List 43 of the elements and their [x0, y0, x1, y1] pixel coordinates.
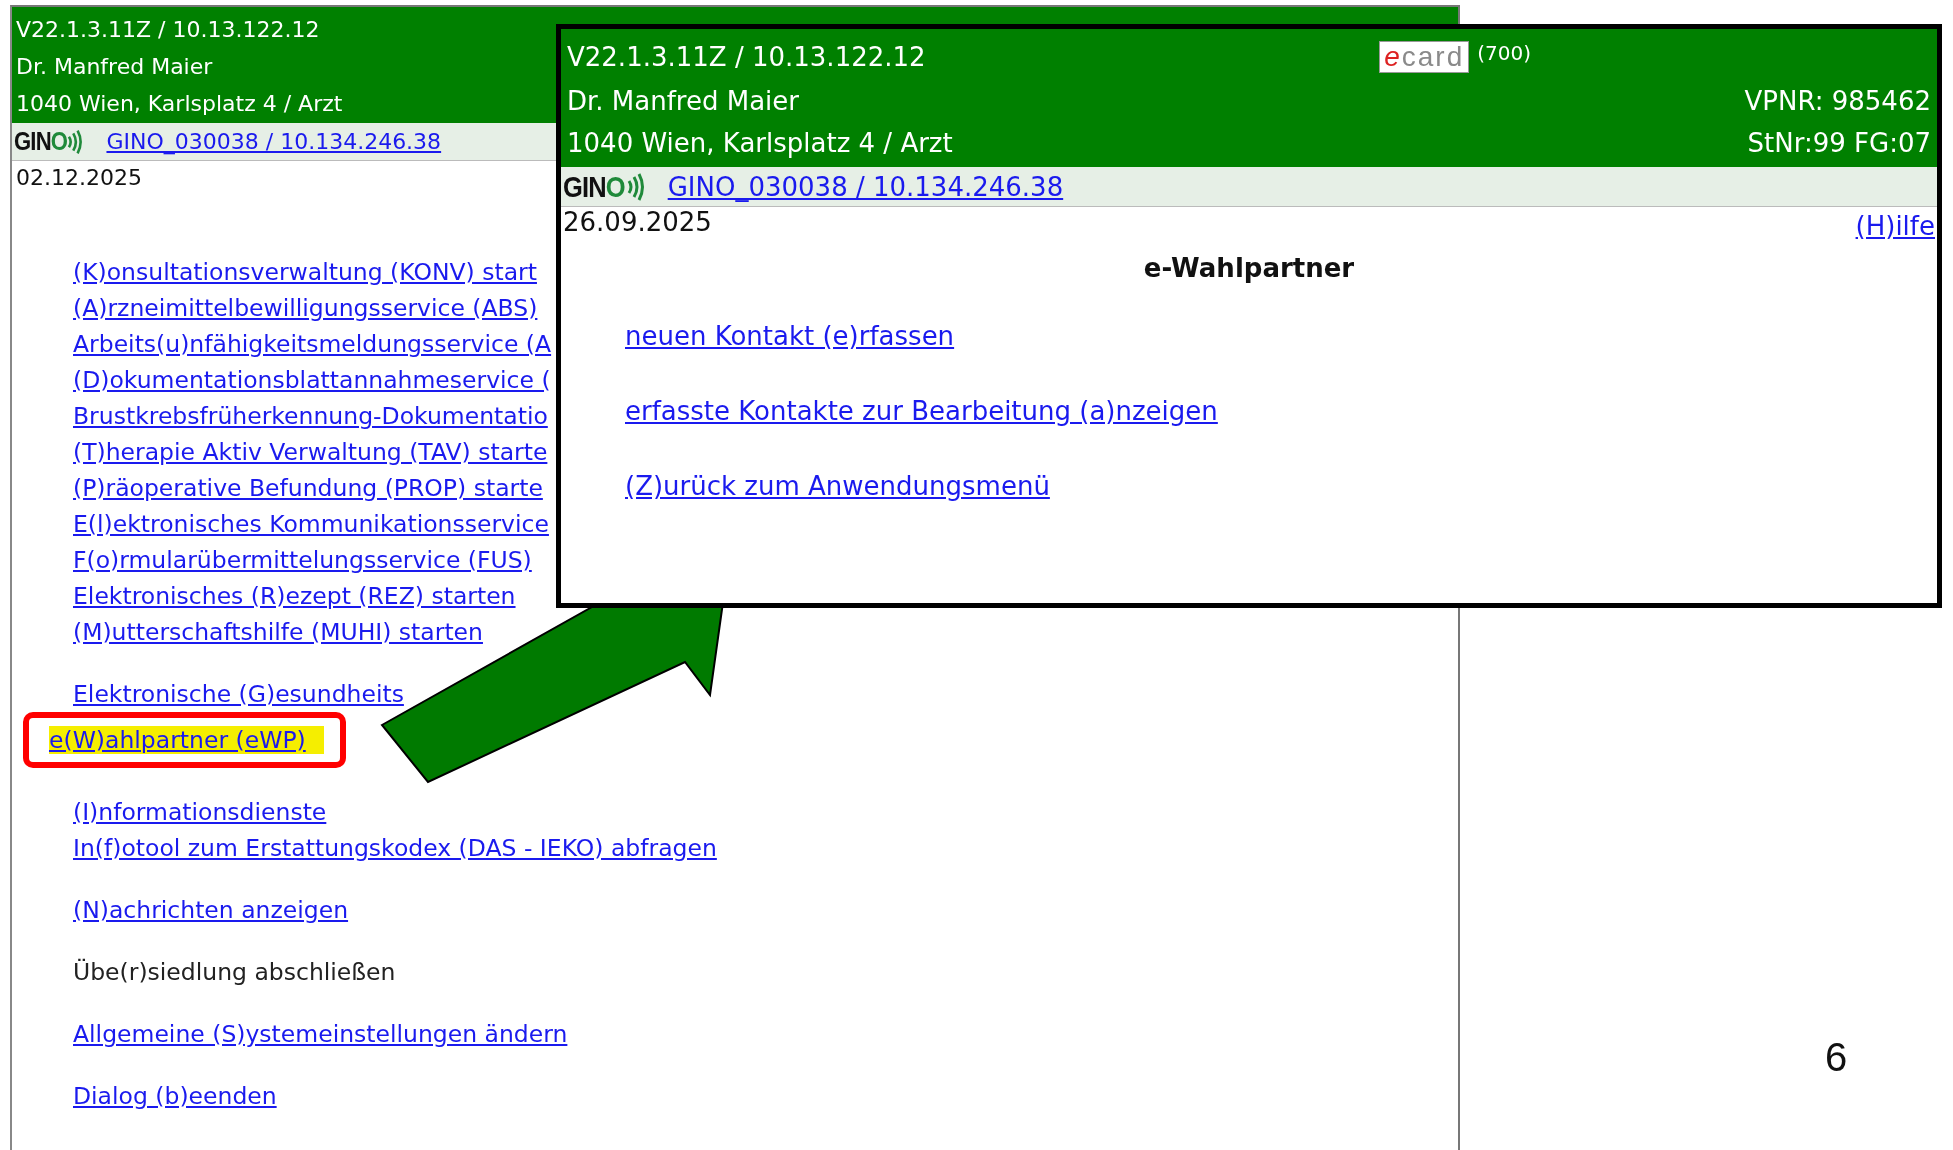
server-link[interactable]: GINO_030038 / 10.134.246.38	[106, 129, 442, 154]
menu-item[interactable]: (T)herapie Aktiv Verwaltung (TAV) starte	[73, 434, 548, 470]
menu-item[interactable]: In(f)otool zum Erstattungskodex (DAS - IEKO) abfragen	[73, 830, 717, 866]
signal-waves-icon	[625, 171, 646, 202]
menu-item[interactable]: (M)utterschaftshilfe (MUHI) starten	[73, 614, 483, 650]
doctor-name: Dr. Manfred Maier	[567, 86, 799, 116]
menu-item: Übe(r)siedlung abschließen	[73, 957, 396, 988]
menu-item[interactable]: Arbeits(u)nfähigkeitsmeldungsservice (A	[73, 326, 552, 362]
address-text: 1040 Wien, Karlsplatz 4 / Arzt	[16, 90, 343, 116]
menu-item[interactable]: Dialog (b)eenden	[73, 1078, 277, 1114]
menu-item[interactable]: F(o)rmularübermittelungsservice (FUS)	[73, 542, 532, 578]
version-text: V22.1.3.11Z / 10.13.122.12	[16, 16, 320, 42]
help-link[interactable]: (H)ilfe	[1855, 211, 1935, 241]
card-code: (700)	[1477, 41, 1531, 65]
page-number: 6	[1825, 1035, 1848, 1080]
menu-item[interactable]: (A)rzneimittelbewilligungsservice (ABS)	[73, 290, 538, 326]
server-link[interactable]: GINO_030038 / 10.134.246.38	[667, 171, 1064, 202]
menu-link[interactable]: (Z)urück zum Anwendungsmenü	[625, 471, 1050, 501]
version-text: V22.1.3.11Z / 10.13.122.12	[567, 42, 926, 72]
menu-item[interactable]: Elektronische (G)esundheits	[73, 676, 404, 712]
menu-item[interactable]: (I)nformationsdienste	[73, 794, 327, 830]
ecard-logo: ecard	[1379, 41, 1470, 73]
menu-item[interactable]: Brustkrebsfrüherkennung-Dokumentatio	[73, 398, 548, 434]
menu-item[interactable]: E(l)ektronisches Kommunikationsservice	[73, 506, 549, 542]
menu-item[interactable]: Allgemeine (S)ystemeinstellungen ändern	[73, 1016, 568, 1052]
address-text: 1040 Wien, Karlsplatz 4 / Arzt	[567, 128, 953, 158]
menu-link[interactable]: neuen Kontakt (e)rfassen	[625, 321, 955, 351]
gino-logo: GINO	[14, 126, 68, 157]
date-text: 02.12.2025	[16, 165, 142, 190]
menu-item[interactable]: (P)räoperative Befundung (PROP) starte	[73, 470, 543, 506]
menu-item[interactable]: (K)onsultationsverwaltung (KONV) start	[73, 254, 537, 290]
menu-item[interactable]: (D)okumentationsblattannahmeservice (	[73, 362, 551, 398]
doctor-name: Dr. Manfred Maier	[16, 53, 213, 79]
gino-logo: GINO	[563, 169, 625, 204]
menu-item[interactable]: (N)achrichten anzeigen	[73, 892, 349, 928]
signal-waves-icon	[66, 128, 85, 155]
vpnr-text: VPNR: 985462	[1744, 86, 1931, 116]
menu-item[interactable]: e(W)ahlpartner (eWP)	[49, 726, 324, 754]
menu-item[interactable]: Elektronisches (R)ezept (REZ) starten	[73, 578, 516, 614]
page-title: e-Wahlpartner	[1143, 253, 1355, 283]
menu-link[interactable]: erfasste Kontakte zur Bearbeitung (a)nzeigen	[625, 396, 1218, 426]
date-text: 26.09.2025	[563, 207, 712, 237]
stnr-text: StNr:99 FG:07	[1747, 128, 1931, 158]
